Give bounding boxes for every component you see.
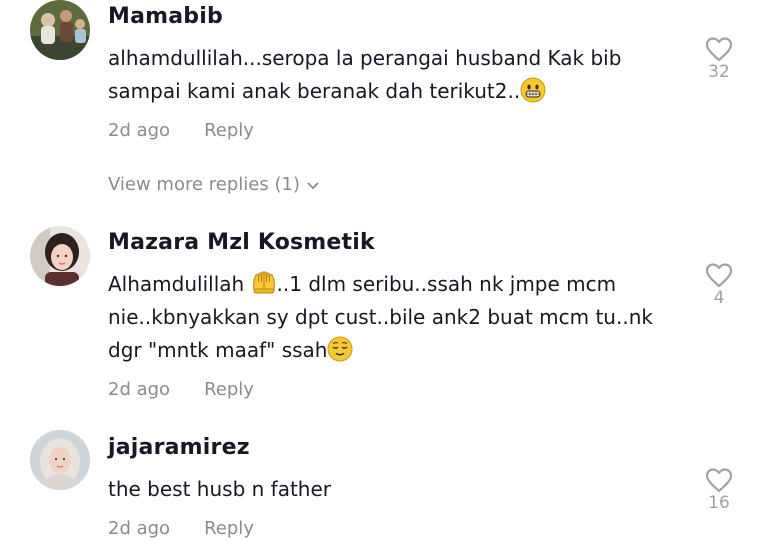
comment-text-line: dgr "mntk maaf" ssah: [108, 338, 328, 362]
heart-icon: [705, 468, 733, 493]
chevron-down-icon: [307, 182, 319, 190]
comment-timestamp: 2d ago: [108, 379, 171, 400]
comment-text-line: ..1 dlm seribu..ssah nk jmpe mcm: [276, 272, 617, 296]
comment-text-line: sampai kami anak beranak dah terikut2..: [108, 79, 521, 103]
comment-meta: 2d ago Reply: [108, 120, 254, 141]
avatar-photo: [30, 0, 90, 60]
view-more-replies-label: View more replies (1): [108, 174, 300, 195]
like-button[interactable]: 32: [700, 36, 738, 82]
comment-text: alhamdullilah...seropa la perangai husba…: [108, 42, 688, 108]
comment-text: Alhamdulillah ..1 dlm seribu..ssah nk jm…: [108, 268, 698, 367]
comment-text-line: Alhamdulillah: [108, 272, 251, 296]
avatar[interactable]: [30, 226, 90, 286]
relieved-face-emoji: [327, 336, 353, 362]
comment-meta: 2d ago Reply: [108, 379, 254, 400]
avatar-photo: [30, 430, 90, 490]
grinning-face-emoji: [520, 77, 546, 103]
comment-timestamp: 2d ago: [108, 518, 171, 539]
view-more-replies-button[interactable]: View more replies (1): [108, 174, 320, 195]
comment-username[interactable]: Mazara Mzl Kosmetik: [108, 230, 375, 255]
reply-button[interactable]: Reply: [204, 518, 254, 539]
comment-text-line: nie..kbnyakkan sy dpt cust..bile ank2 bu…: [108, 305, 653, 329]
like-button[interactable]: 4: [700, 262, 738, 308]
comment-text: the best husb n father: [108, 477, 331, 501]
comment-username[interactable]: jajaramirez: [108, 435, 250, 460]
comment-text-line: alhamdullilah...seropa la perangai husba…: [108, 46, 622, 70]
like-button[interactable]: 16: [700, 467, 738, 513]
open-hands-emoji: [251, 270, 277, 296]
reply-button[interactable]: Reply: [204, 379, 254, 400]
comment-meta: 2d ago Reply: [108, 518, 254, 539]
comment-timestamp: 2d ago: [108, 120, 171, 141]
heart-icon: [705, 37, 733, 62]
reply-button[interactable]: Reply: [204, 120, 254, 141]
avatar-photo: [30, 226, 90, 286]
like-count: 16: [708, 493, 730, 513]
like-count: 32: [708, 62, 730, 82]
heart-icon: [705, 263, 733, 288]
like-count: 4: [713, 288, 725, 308]
avatar[interactable]: [30, 0, 90, 60]
comment-username[interactable]: Mamabib: [108, 4, 223, 29]
avatar[interactable]: [30, 430, 90, 490]
